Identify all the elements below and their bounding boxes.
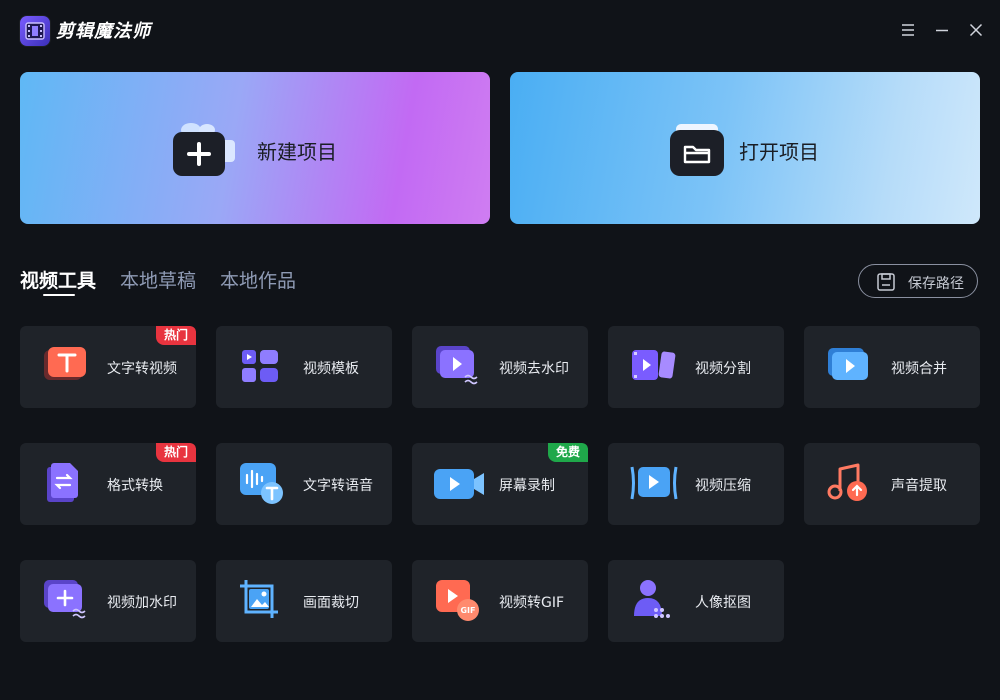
save-disk-icon <box>877 273 895 291</box>
tool-label: 视频合并 <box>891 361 947 377</box>
video-merge-icon <box>826 344 872 390</box>
free-badge: 免费 <box>547 443 588 462</box>
video-to-gif-icon: GIF <box>434 578 480 624</box>
minimize-icon[interactable] <box>932 20 952 40</box>
tool-label: 格式转换 <box>107 478 163 494</box>
tool-video-compress[interactable]: 视频压缩 <box>608 443 784 525</box>
open-project-label: 打开项目 <box>739 140 819 164</box>
crop-icon <box>238 578 284 624</box>
new-project-label: 新建项目 <box>257 140 337 164</box>
tab-local-drafts[interactable]: 本地草稿 <box>120 266 196 293</box>
save-path-button[interactable]: 保存路径 <box>858 264 978 298</box>
film-logo-icon <box>20 16 50 46</box>
tool-label: 文字转语音 <box>303 478 373 494</box>
hot-badge: 热门 <box>155 443 196 462</box>
tool-label: 视频分割 <box>695 361 751 377</box>
hot-badge: 热门 <box>155 326 196 345</box>
format-convert-icon <box>42 461 88 507</box>
tool-label: 视频去水印 <box>499 361 569 377</box>
tool-remove-watermark[interactable]: 视频去水印 <box>412 326 588 408</box>
portrait-cutout-icon <box>630 578 676 624</box>
tab-local-works[interactable]: 本地作品 <box>220 266 296 293</box>
svg-text:GIF: GIF <box>460 606 475 615</box>
tool-label: 屏幕录制 <box>499 478 555 494</box>
tool-video-to-gif[interactable]: GIF 视频转GIF <box>412 560 588 642</box>
remove-watermark-icon <box>434 344 480 390</box>
audio-extract-icon <box>826 461 872 507</box>
tool-crop[interactable]: 画面裁切 <box>216 560 392 642</box>
add-project-icon <box>173 122 235 176</box>
tool-label: 人像抠图 <box>695 595 751 611</box>
tool-label: 视频转GIF <box>499 595 565 611</box>
tool-audio-extract[interactable]: 声音提取 <box>804 443 980 525</box>
tool-label: 视频加水印 <box>107 595 177 611</box>
tool-video-merge[interactable]: 视频合并 <box>804 326 980 408</box>
tool-format-convert[interactable]: 格式转换 热门 <box>20 443 196 525</box>
video-compress-icon <box>630 461 678 507</box>
tool-label: 文字转视频 <box>107 361 177 377</box>
tool-screen-record[interactable]: 屏幕录制 免费 <box>412 443 588 525</box>
tool-label: 视频压缩 <box>695 478 751 494</box>
close-icon[interactable] <box>966 20 986 40</box>
menu-icon[interactable] <box>898 20 918 40</box>
tool-add-watermark[interactable]: 视频加水印 <box>20 560 196 642</box>
save-path-label: 保存路径 <box>908 276 964 292</box>
tool-video-split[interactable]: 视频分割 <box>608 326 784 408</box>
tool-text-to-speech[interactable]: 文字转语音 <box>216 443 392 525</box>
open-folder-icon <box>670 122 724 176</box>
app-title: 剪辑魔法师 <box>56 21 151 42</box>
open-project-card[interactable]: 打开项目 <box>510 72 980 224</box>
tool-text-to-video[interactable]: 文字转视频 热门 <box>20 326 196 408</box>
tool-video-template[interactable]: 视频模板 <box>216 326 392 408</box>
tab-video-tools[interactable]: 视频工具 <box>20 266 96 293</box>
text-to-speech-icon <box>238 461 284 507</box>
tool-label: 视频模板 <box>303 361 359 377</box>
add-watermark-icon <box>42 578 88 624</box>
title-bar: 剪辑魔法师 <box>0 0 1000 62</box>
active-tab-indicator <box>43 294 75 296</box>
new-project-card[interactable]: 新建项目 <box>20 72 490 224</box>
template-grid-icon <box>238 344 284 390</box>
text-to-video-icon <box>42 344 88 390</box>
video-split-icon <box>630 344 676 390</box>
tool-label: 画面裁切 <box>303 595 359 611</box>
tool-label: 声音提取 <box>891 478 947 494</box>
tool-portrait-cutout[interactable]: 人像抠图 <box>608 560 784 642</box>
screen-record-icon <box>434 461 484 507</box>
